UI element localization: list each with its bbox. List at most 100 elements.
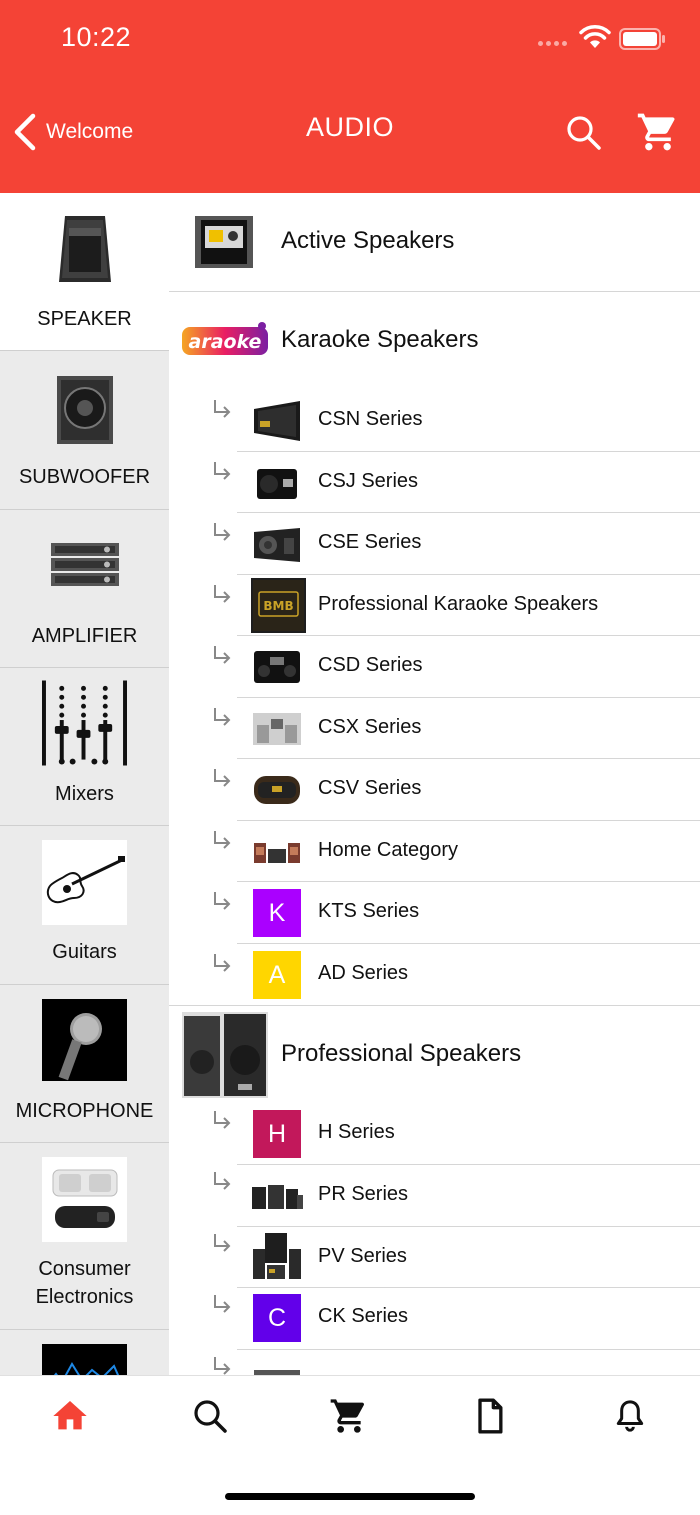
subcategory-label: CSJ Series (318, 470, 419, 492)
cse-series-image (251, 518, 303, 570)
subwoofer-image (42, 367, 127, 452)
mixer-image (42, 680, 127, 765)
guitar-image (42, 840, 127, 925)
csd-series-image (251, 641, 303, 693)
ad-series-letter-avatar: A (253, 951, 301, 999)
subcategory-row-pv-series[interactable]: PV Series (169, 1227, 700, 1288)
subcategory-label: Professional Karaoke Speakers (318, 593, 599, 615)
csx-series-image (251, 703, 303, 755)
subcategory-row-home-category[interactable]: Home Category (169, 821, 700, 882)
subcategory-arrow-icon (214, 585, 231, 603)
subcategory-label: PV Series (318, 1245, 407, 1267)
sidebar-item-consumer-electronics[interactable]: Consumer Electronics (0, 1143, 169, 1330)
ck-series-letter-avatar: C (253, 1294, 301, 1342)
bmb-badge-text: BMB (263, 599, 293, 613)
document-icon[interactable] (470, 1396, 510, 1436)
subcategory-row-cse-series[interactable]: CSE Series (169, 513, 700, 575)
sidebar-item-subwoofer[interactable]: SUBWOOFER (0, 351, 169, 510)
home-category-image (251, 826, 303, 878)
sidebar-item-speaker[interactable]: SPEAKER (0, 193, 169, 351)
category-row-professional-speakers[interactable]: Professional Speakers (169, 1005, 700, 1104)
subcategory-arrow-icon (214, 892, 231, 910)
subcategory-row-professional-karaoke-speakers[interactable]: BMB Professional Karaoke Speakers (169, 575, 700, 636)
subcategory-arrow-icon (214, 523, 231, 541)
category-label: Active Speakers (281, 227, 455, 254)
sidebar-item-label: SUBWOOFER (18, 466, 151, 488)
sidebar-item-label: Consumer Electronics (35, 1258, 134, 1308)
subcategory-row-csd-series[interactable]: CSD Series (169, 636, 700, 698)
sidebar-item-partial[interactable] (0, 1330, 169, 1375)
subcategory-arrow-icon (214, 1234, 231, 1252)
csj-series-image (251, 457, 303, 509)
speaker-image (42, 209, 127, 294)
kts-series-letter-avatar: K (253, 889, 301, 937)
amplifier-image (42, 522, 127, 607)
back-label: Welcome (46, 120, 134, 143)
sidebar-item-label: SPEAKER (37, 308, 132, 330)
subcategory-arrow-icon (214, 1172, 231, 1190)
subcategory-label: PR Series (318, 1183, 409, 1205)
subcategory-label: Home Category (318, 839, 459, 861)
subcategory-list: Active Speakers araoke Karaoke Speakers … (169, 193, 700, 1375)
subcategory-label: CK Series (318, 1305, 409, 1327)
sidebar-item-label: AMPLIFIER (31, 625, 138, 647)
subcategory-row-csv-series[interactable]: CSV Series (169, 759, 700, 821)
status-time: 10:22 (61, 22, 132, 52)
subcategory-row-ad-series[interactable]: A AD Series (169, 944, 700, 1005)
subcategory-label: CSV Series (318, 777, 422, 799)
microphone-image (42, 999, 127, 1081)
subcategory-arrow-icon (214, 1357, 231, 1375)
category-sidebar: SPEAKER SUBWOOFER AMPLIFIER Mixers Guita… (0, 193, 169, 1375)
partial-series-image (251, 1364, 303, 1375)
subcategory-label: CSD Series (318, 654, 423, 676)
wifi-icon (579, 25, 611, 48)
subcategory-row-kts-series[interactable]: K KTS Series (169, 882, 700, 944)
cellular-signal-icon (538, 41, 570, 47)
professional-karaoke-image: BMB (251, 578, 306, 633)
battery-icon (619, 28, 665, 50)
pv-series-image (251, 1230, 303, 1282)
csn-series-image (251, 395, 303, 447)
subcategory-arrow-icon (214, 1295, 231, 1313)
category-row-active-speakers[interactable]: Active Speakers (169, 193, 700, 292)
app-header: 10:22 Welcome AUDIO (0, 0, 700, 193)
home-indicator[interactable] (225, 1493, 475, 1500)
subcategory-arrow-icon (214, 400, 231, 418)
search-icon[interactable] (563, 112, 603, 152)
subcategory-row-csj-series[interactable]: CSJ Series (169, 452, 700, 513)
sidebar-item-mixers[interactable]: Mixers (0, 668, 169, 826)
subcategory-row-partial[interactable] (169, 1350, 700, 1375)
bell-icon[interactable] (610, 1396, 650, 1436)
subcategory-row-pr-series[interactable]: PR Series (169, 1165, 700, 1227)
subcategory-label: CSN Series (318, 408, 423, 430)
sidebar-item-microphone[interactable]: MICROPHONE (0, 985, 169, 1143)
partial-category-image (42, 1344, 127, 1375)
subcategory-arrow-icon (214, 954, 231, 972)
subcategory-row-csx-series[interactable]: CSX Series (169, 698, 700, 759)
cart-icon[interactable] (636, 110, 680, 154)
subcategory-arrow-icon (214, 708, 231, 726)
category-row-karaoke-speakers[interactable]: araoke Karaoke Speakers (169, 292, 700, 390)
sidebar-item-label: Guitars (52, 941, 117, 963)
category-label: Professional Speakers (281, 1040, 522, 1067)
consumer-electronics-image (42, 1157, 127, 1242)
subcategory-label: CSX Series (318, 716, 422, 738)
karaoke-logo-text: araoke (189, 331, 262, 353)
home-icon[interactable] (50, 1396, 90, 1436)
chevron-left-icon (14, 113, 36, 151)
sidebar-item-amplifier[interactable]: AMPLIFIER (0, 510, 169, 668)
subcategory-label: AD Series (318, 962, 409, 984)
subcategory-row-csn-series[interactable]: CSN Series (169, 390, 700, 452)
pr-series-image (251, 1170, 303, 1222)
csv-series-image (251, 764, 303, 816)
back-button[interactable]: Welcome (12, 110, 133, 154)
active-speakers-image (195, 216, 253, 268)
h-series-letter-avatar: H (253, 1110, 301, 1158)
cart-icon[interactable] (329, 1396, 369, 1436)
sidebar-item-guitars[interactable]: Guitars (0, 826, 169, 985)
subcategory-label: H Series (318, 1121, 395, 1143)
subcategory-row-h-series[interactable]: H H Series (169, 1104, 700, 1165)
sidebar-item-label: Mixers (55, 783, 114, 805)
subcategory-row-ck-series[interactable]: C CK Series (169, 1288, 700, 1350)
search-icon[interactable] (190, 1396, 230, 1436)
